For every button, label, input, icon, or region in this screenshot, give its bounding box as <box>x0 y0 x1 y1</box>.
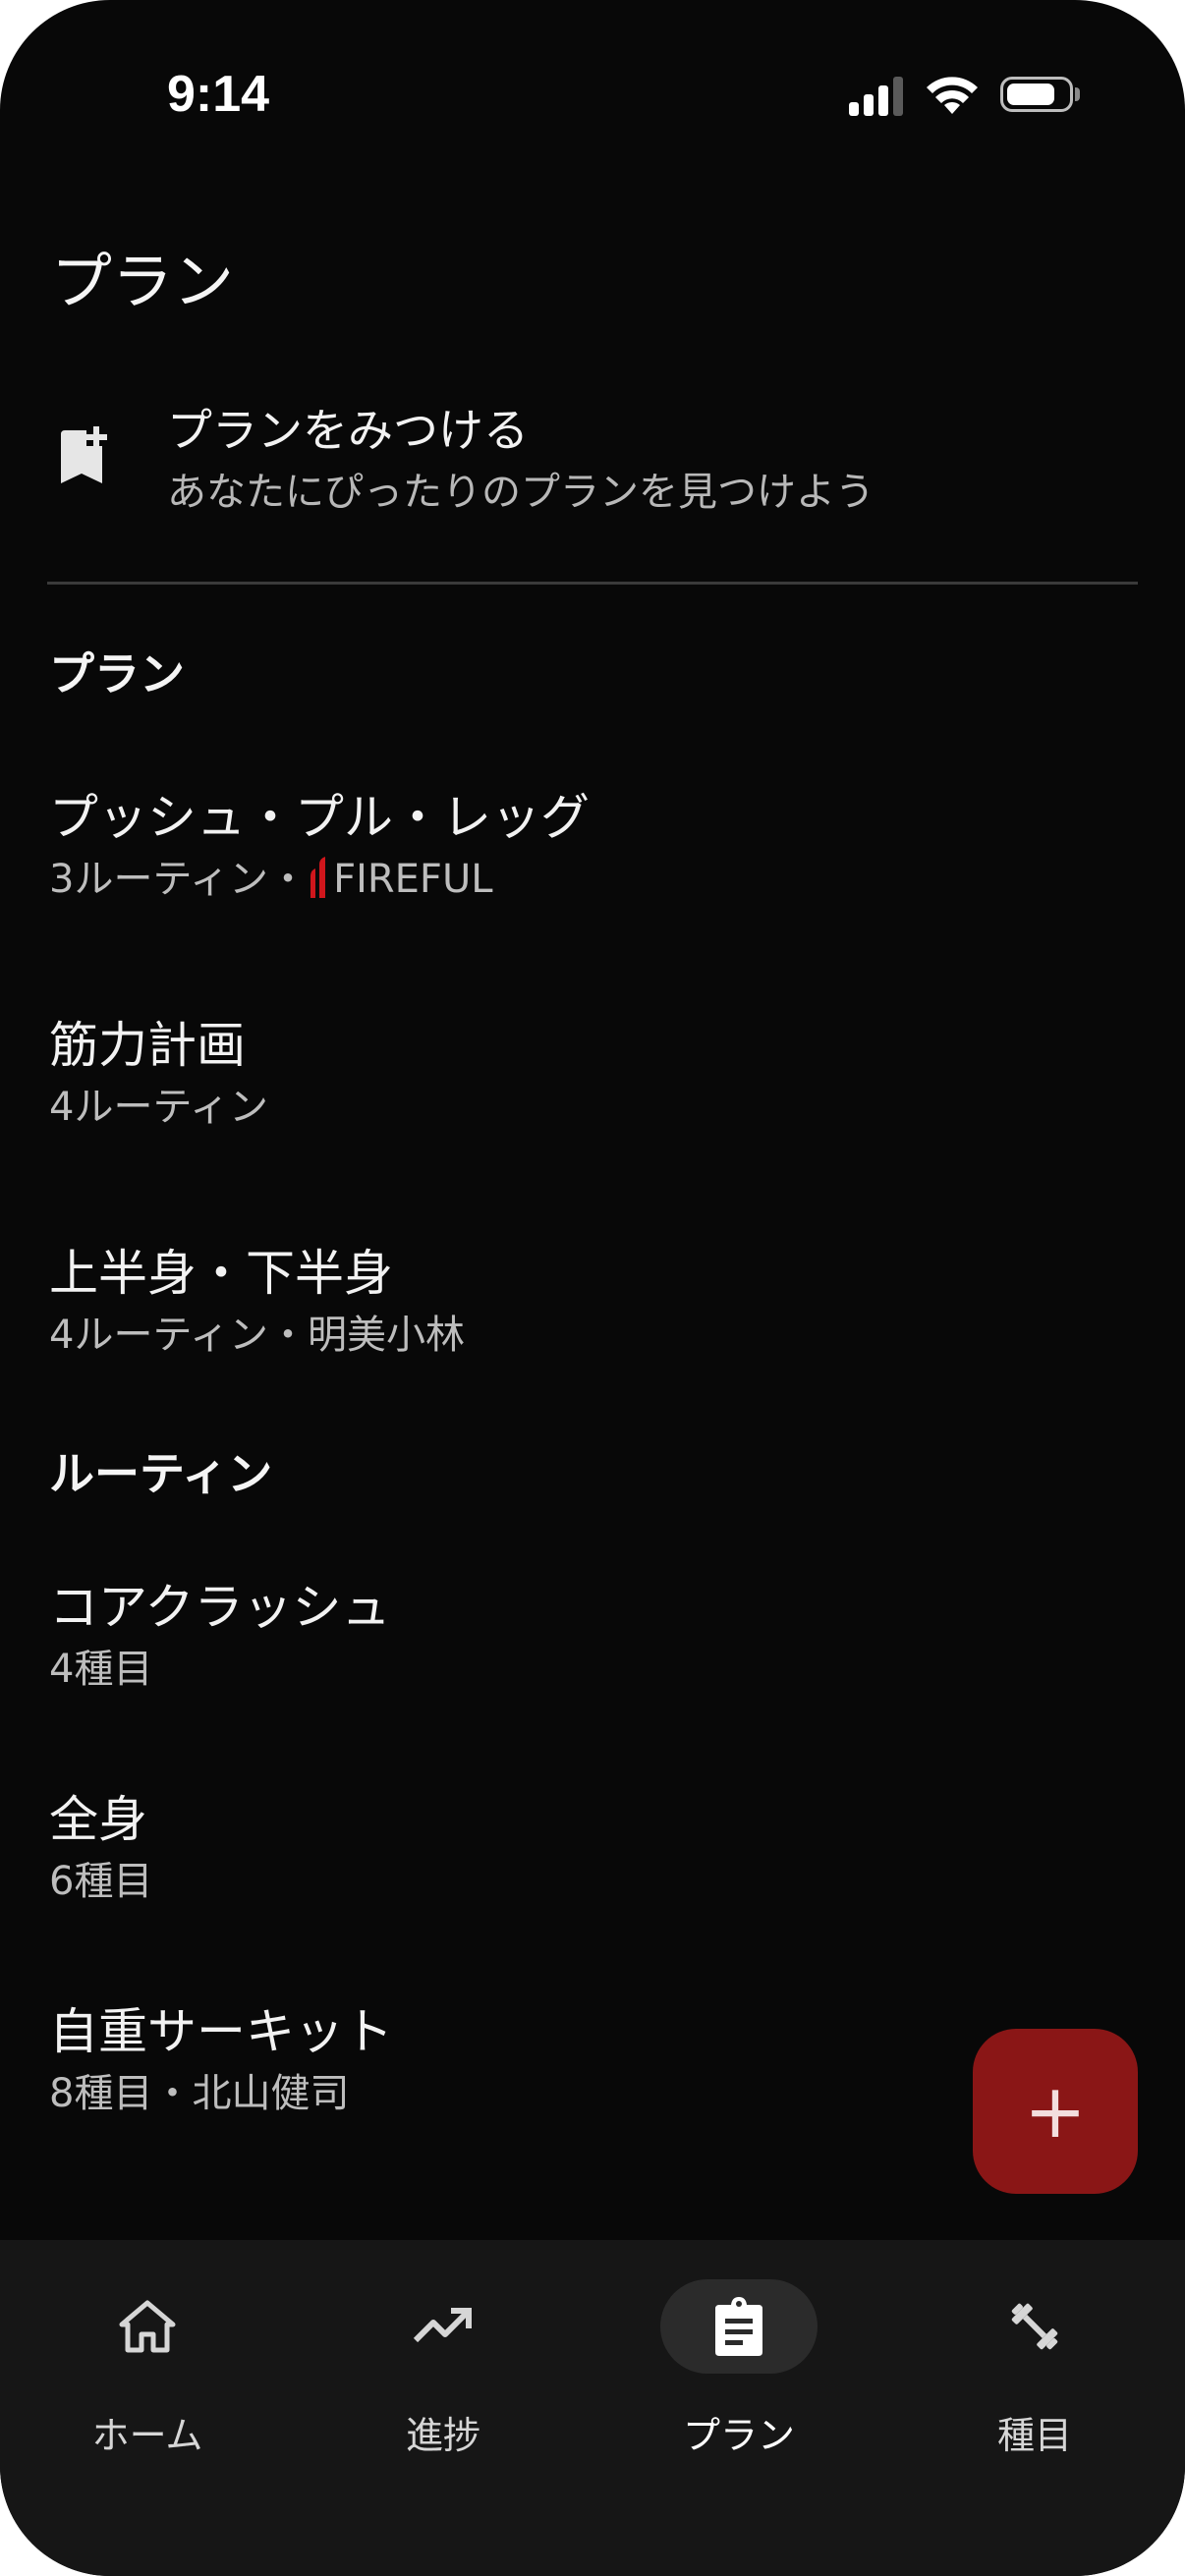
discover-subtitle: あなたにぴったりのプランを見つけよう <box>167 470 875 515</box>
nav-item-progress[interactable]: 進捗 <box>325 2279 561 2457</box>
routine-meta: 8種目・北山健司 <box>49 2071 350 2116</box>
divider <box>47 582 1138 585</box>
nav-item-plans[interactable]: プラン <box>621 2279 857 2457</box>
plans-section-header: プラン <box>49 647 185 700</box>
routine-title: 全身 <box>49 1791 147 1848</box>
bottom-navigation: ホーム 進捗 プラン 種目 <box>0 2240 1185 2576</box>
routine-title: 自重サーキット <box>49 2003 393 2060</box>
plan-meta: 3ルーティン・ FIREFUL <box>49 847 493 904</box>
status-time: 9:14 <box>167 66 270 123</box>
routine-meta: 6種目 <box>49 1859 153 1904</box>
routine-item[interactable]: コアクラッシュ 4種目 <box>0 1568 1185 1715</box>
plan-item[interactable]: 上半身・下半身 4ルーティン・明美小林 <box>0 1234 1185 1381</box>
battery-icon <box>1000 77 1073 112</box>
bookmark-add-icon <box>61 426 107 483</box>
routine-item[interactable]: 全身 6種目 <box>0 1780 1185 1928</box>
plan-meta: 4ルーティン・明美小林 <box>49 1313 466 1358</box>
discover-plans-row[interactable]: プランをみつける あなたにぴったりのプランを見つけよう <box>0 383 1185 540</box>
add-fab-button[interactable]: + <box>973 2029 1138 2194</box>
trending-up-icon <box>413 2308 472 2343</box>
fireful-logo-icon <box>310 857 326 898</box>
nav-label-exercises: 種目 <box>996 2414 1072 2457</box>
plan-item[interactable]: 筋力計画 4ルーティン <box>0 1006 1185 1153</box>
nav-icon-container <box>69 2279 226 2374</box>
routine-title: コアクラッシュ <box>49 1579 391 1636</box>
plan-title: プッシュ・プル・レッグ <box>49 789 590 846</box>
plan-title: 筋力計画 <box>49 1017 246 1074</box>
plan-title: 上半身・下半身 <box>49 1245 393 1302</box>
plan-item[interactable]: プッシュ・プル・レッグ 3ルーティン・ FIREFUL <box>0 778 1185 925</box>
routine-meta: 4種目 <box>49 1647 153 1692</box>
nav-item-exercises[interactable]: 種目 <box>917 2279 1153 2457</box>
nav-label-plans: プラン <box>682 2414 795 2457</box>
page-title: プラン <box>51 246 235 317</box>
dumbbell-icon <box>1011 2303 1058 2350</box>
plan-meta: 4ルーティン <box>49 1085 269 1130</box>
nav-icon-container <box>660 2279 818 2374</box>
plan-routine-count: 3ルーティン・ <box>49 857 309 902</box>
home-icon <box>119 2300 176 2353</box>
plan-author-brand: FIREFUL <box>333 857 493 902</box>
cellular-signal-icon <box>849 75 904 116</box>
clipboard-icon <box>715 2297 762 2356</box>
battery-tip <box>1075 87 1080 101</box>
wifi-icon <box>927 77 978 114</box>
discover-title: プランをみつける <box>167 404 529 457</box>
phone-screen: 9:14 プラン プランをみつける あなたにぴったりのプランを見つけよう プラン… <box>0 0 1185 2576</box>
routines-section-header: ルーティン <box>49 1447 273 1500</box>
nav-icon-container <box>956 2279 1113 2374</box>
nav-icon-container <box>365 2279 522 2374</box>
nav-item-home[interactable]: ホーム <box>29 2279 265 2457</box>
plus-icon: + <box>1024 2067 1087 2155</box>
nav-label-progress: 進捗 <box>405 2414 480 2457</box>
nav-label-home: ホーム <box>91 2414 203 2457</box>
